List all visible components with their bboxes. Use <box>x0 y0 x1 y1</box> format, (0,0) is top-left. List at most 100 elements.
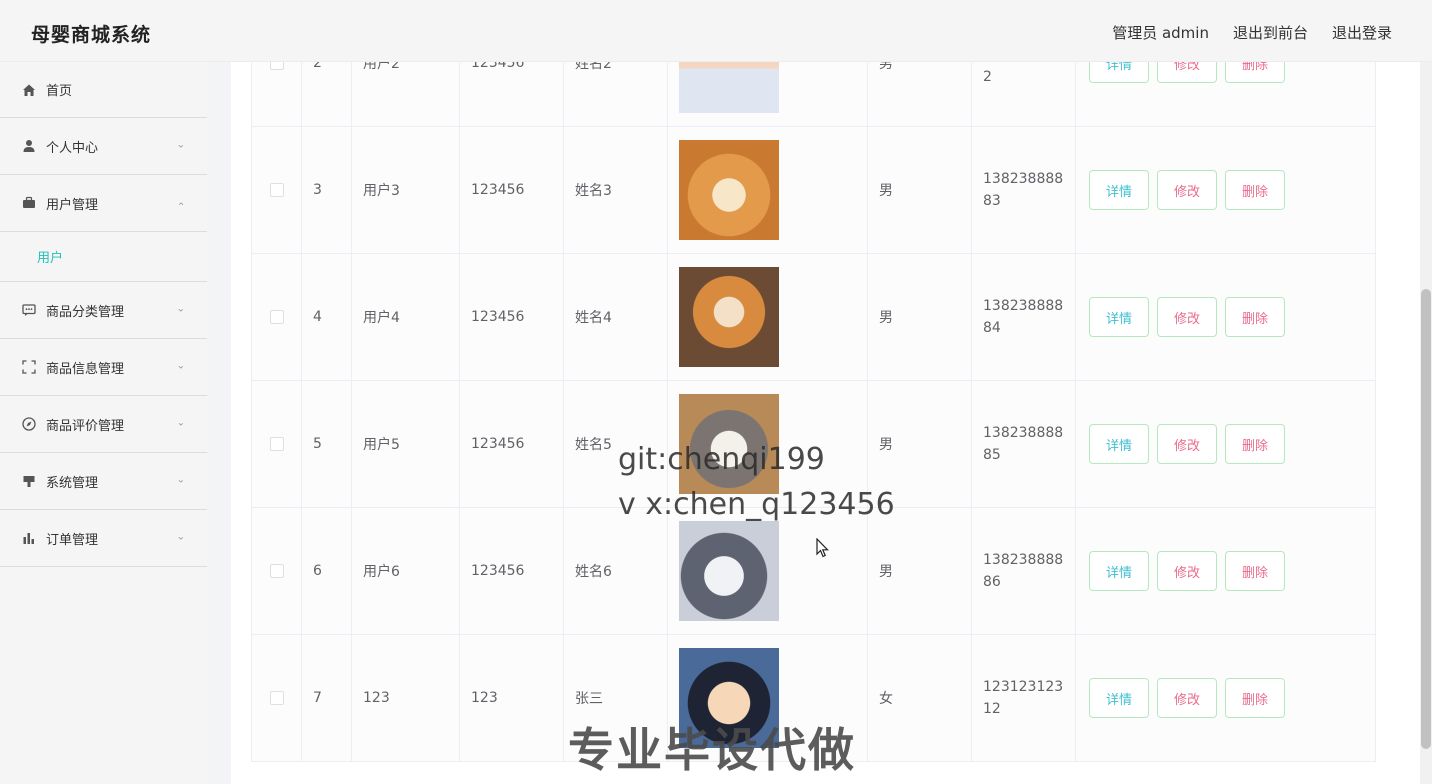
watermark-line-1: git:chenqi199 <box>618 442 825 477</box>
edit-button[interactable]: 修改 <box>1157 551 1217 591</box>
detail-button[interactable]: 详情 <box>1089 678 1149 718</box>
sidebar-item-label: 系统管理 <box>46 475 99 491</box>
chevron-down-icon: ⌄ <box>176 360 185 372</box>
exit-to-front-link[interactable]: 退出到前台 <box>1233 22 1308 43</box>
row-username: 123 <box>352 635 460 761</box>
detail-button[interactable]: 详情 <box>1089 170 1149 210</box>
sidebar-item-label: 商品评价管理 <box>46 418 125 434</box>
goods-icon <box>21 473 37 489</box>
row-password: 123456 <box>460 127 564 253</box>
avatar <box>679 140 779 240</box>
row-sex: 男 <box>868 254 972 380</box>
delete-button[interactable]: 删除 <box>1225 551 1285 591</box>
edit-button[interactable]: 修改 <box>1157 170 1217 210</box>
detail-button[interactable]: 详情 <box>1089 551 1149 591</box>
row-phone: 2 <box>983 69 992 85</box>
row-username: 用户6 <box>352 508 460 634</box>
row-phone: 13823888883 <box>983 171 1064 209</box>
row-phone: 13823888885 <box>983 425 1064 463</box>
row-checkbox[interactable] <box>269 310 284 324</box>
table-row: 4 用户4 123456 姓名4 男 13823888884 详情 修改 删除 <box>252 254 1375 381</box>
sidebar-item-system[interactable]: 系统管理 ⌄ <box>0 453 207 510</box>
edit-button[interactable]: 修改 <box>1157 297 1217 337</box>
fullscreen-icon <box>21 359 37 375</box>
row-username: 用户3 <box>352 127 460 253</box>
sidebar-subitem-users[interactable]: 用户 <box>0 232 207 282</box>
sidebar-item-personal[interactable]: 个人中心 ⌄ <box>0 118 207 175</box>
avatar <box>679 267 779 367</box>
edit-button[interactable]: 修改 <box>1157 678 1217 718</box>
row-name: 姓名3 <box>564 127 668 253</box>
promo-banner-text: 专业毕设代做 <box>568 723 856 777</box>
chart-icon <box>21 530 37 546</box>
chevron-down-icon: ⌄ <box>176 417 185 429</box>
sidebar-item-goods-info[interactable]: 商品信息管理 ⌄ <box>0 339 207 396</box>
row-checkbox[interactable] <box>269 183 284 197</box>
delete-button[interactable]: 删除 <box>1225 297 1285 337</box>
row-sex: 女 <box>868 635 972 761</box>
row-id: 3 <box>302 127 352 253</box>
admin-label: 管理员 admin <box>1112 24 1209 42</box>
sidebar-item-category[interactable]: 商品分类管理 ⌄ <box>0 282 207 339</box>
mouse-cursor-icon <box>816 538 829 558</box>
vertical-scrollbar[interactable] <box>1420 62 1432 784</box>
chat-icon <box>21 302 37 318</box>
user-table: 2 用户2 123456 姓名2 男 2 详情 修改 删除 3 用户3 1234… <box>251 0 1376 762</box>
chevron-down-icon: ⌄ <box>176 474 185 486</box>
table-row: 3 用户3 123456 姓名3 男 13823888883 详情 修改 删除 <box>252 127 1375 254</box>
row-phone: 13823888884 <box>983 298 1064 336</box>
row-username: 用户4 <box>352 254 460 380</box>
edit-button[interactable]: 修改 <box>1157 424 1217 464</box>
row-checkbox[interactable] <box>269 564 284 578</box>
sidebar-item-label: 用户管理 <box>46 197 99 213</box>
row-password: 123 <box>460 635 564 761</box>
sidebar-item-orders[interactable]: 订单管理 ⌄ <box>0 510 207 567</box>
sidebar-item-label: 订单管理 <box>46 532 99 548</box>
avatar <box>679 521 779 621</box>
chevron-down-icon: ⌄ <box>176 531 185 543</box>
sidebar-item-label: 商品信息管理 <box>46 361 125 377</box>
row-sex: 男 <box>868 127 972 253</box>
chevron-down-icon: ⌄ <box>176 303 185 315</box>
detail-button[interactable]: 详情 <box>1089 424 1149 464</box>
row-phone: 12312312312 <box>983 679 1064 717</box>
row-id: 4 <box>302 254 352 380</box>
row-phone: 13823888886 <box>983 552 1064 590</box>
row-name: 姓名4 <box>564 254 668 380</box>
row-username: 用户5 <box>352 381 460 507</box>
sidebar-item-label: 个人中心 <box>46 140 99 156</box>
row-password: 123456 <box>460 381 564 507</box>
home-icon <box>21 82 37 98</box>
user-icon <box>21 138 37 154</box>
top-bar: 母婴商城系统 管理员 admin 退出到前台 退出登录 <box>0 0 1432 62</box>
chevron-down-icon: ⌄ <box>176 139 185 151</box>
app-title: 母婴商城系统 <box>31 24 152 46</box>
delete-button[interactable]: 删除 <box>1225 678 1285 718</box>
row-id: 5 <box>302 381 352 507</box>
watermark-text: git:chenqi199 v x:chen_q123456 <box>618 437 895 527</box>
sidebar: 首页 个人中心 ⌄ 用户管理 ⌄ 用户 商品分类管理 ⌄ 商品信息管理 ⌄ 商品… <box>0 62 207 784</box>
table-row: 6 用户6 123456 姓名6 男 13823888886 详情 修改 删除 <box>252 508 1375 635</box>
row-id: 6 <box>302 508 352 634</box>
logout-link[interactable]: 退出登录 <box>1332 22 1392 43</box>
delete-button[interactable]: 删除 <box>1225 170 1285 210</box>
sidebar-item-goods-review[interactable]: 商品评价管理 ⌄ <box>0 396 207 453</box>
row-password: 123456 <box>460 508 564 634</box>
row-id: 7 <box>302 635 352 761</box>
sidebar-item-user-management[interactable]: 用户管理 ⌄ <box>0 175 207 232</box>
compass-icon <box>21 416 37 432</box>
delete-button[interactable]: 删除 <box>1225 424 1285 464</box>
watermark-line-2: v x:chen_q123456 <box>618 487 895 522</box>
main-content: 2 用户2 123456 姓名2 男 2 详情 修改 删除 3 用户3 1234… <box>231 0 1420 784</box>
detail-button[interactable]: 详情 <box>1089 297 1149 337</box>
briefcase-icon <box>21 195 37 211</box>
sidebar-item-home[interactable]: 首页 <box>0 62 207 118</box>
chevron-up-icon: ⌄ <box>176 199 185 211</box>
scrollbar-thumb[interactable] <box>1421 289 1431 749</box>
top-nav: 管理员 admin 退出到前台 退出登录 <box>1112 22 1392 43</box>
row-password: 123456 <box>460 254 564 380</box>
row-checkbox[interactable] <box>269 691 284 705</box>
sidebar-item-label: 商品分类管理 <box>46 304 125 320</box>
sidebar-item-label: 首页 <box>46 84 73 99</box>
row-checkbox[interactable] <box>269 437 284 451</box>
